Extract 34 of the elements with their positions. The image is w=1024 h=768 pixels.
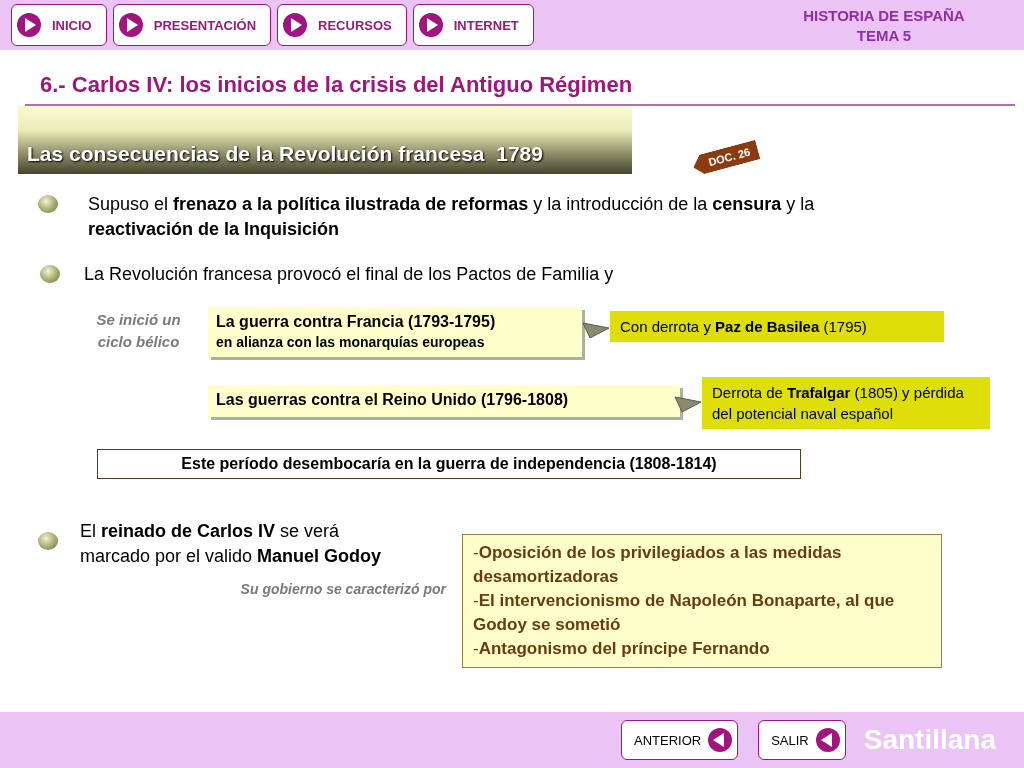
footer-button[interactable]: ANTERIOR [621, 720, 739, 760]
result-box: Derrota de Trafalgar (1805) y pérdida del potencial naval español [702, 377, 990, 429]
back-icon [814, 727, 841, 753]
play-icon [16, 12, 42, 38]
result-box: Con derrota y Paz de Basilea (1795) [610, 311, 944, 342]
cycle-label: Se inició un ciclo bélico [95, 310, 182, 352]
header-title: TEMA 5 [855, 26, 913, 46]
section-banner: Las consecuencias de la Revolución francesa 1789 [18, 106, 632, 174]
header-title: HISTORIA DE ESPAÑA [802, 6, 966, 26]
bullet-icon [40, 265, 60, 283]
bullet-text: Supuso el frenazo a la política ilustrada de reformas y la introducción de la censura y la reactivación de la Inquisición [88, 193, 816, 241]
play-icon [417, 12, 444, 38]
conclusion-box: Este período desembocaría en la guerra de independencia (1808-1814) [97, 449, 801, 479]
nav-button[interactable]: RECURSOS [277, 4, 407, 46]
play-icon [282, 12, 309, 38]
bullet-icon [38, 532, 58, 550]
list-item: -El intervencionismo de Napoleón Bonaparte, al que Godoy se sometió [473, 590, 896, 636]
nav-button[interactable]: INTERNET [412, 4, 534, 46]
play-icon [117, 12, 144, 38]
list-item: -Antagonismo del príncipe Fernando [473, 638, 771, 660]
caption: Su gobierno se caracterizó por [239, 581, 446, 597]
war-title: Las guerras contra el Reino Unido (1796-1808) [216, 390, 570, 410]
nav-button[interactable]: INICIO [11, 4, 107, 46]
list-item: -Oposición de los privilegiados a las medidas desamortizadoras [473, 542, 843, 588]
bullet-text: El reinado de Carlos IV se verá marcado por el valido Manuel Godoy [80, 520, 383, 568]
slide-title: 6.- Carlos IV: los inicios de la crisis del Antiguo Régimen [40, 72, 634, 99]
back-icon [707, 727, 734, 753]
war-subtitle: en alianza con las monarquías europeas [216, 333, 486, 351]
war-title: La guerra contra Francia (1793-1795) [216, 312, 497, 332]
bullet-icon [38, 195, 58, 213]
bullet-text: La Revolución francesa provocó el final de los Pactos de Familia y [84, 263, 614, 286]
brand-logo: Santillana [863, 724, 996, 756]
nav-button[interactable]: PRESENTACIÓN [112, 4, 272, 46]
footer-button[interactable]: SALIR [758, 720, 846, 760]
